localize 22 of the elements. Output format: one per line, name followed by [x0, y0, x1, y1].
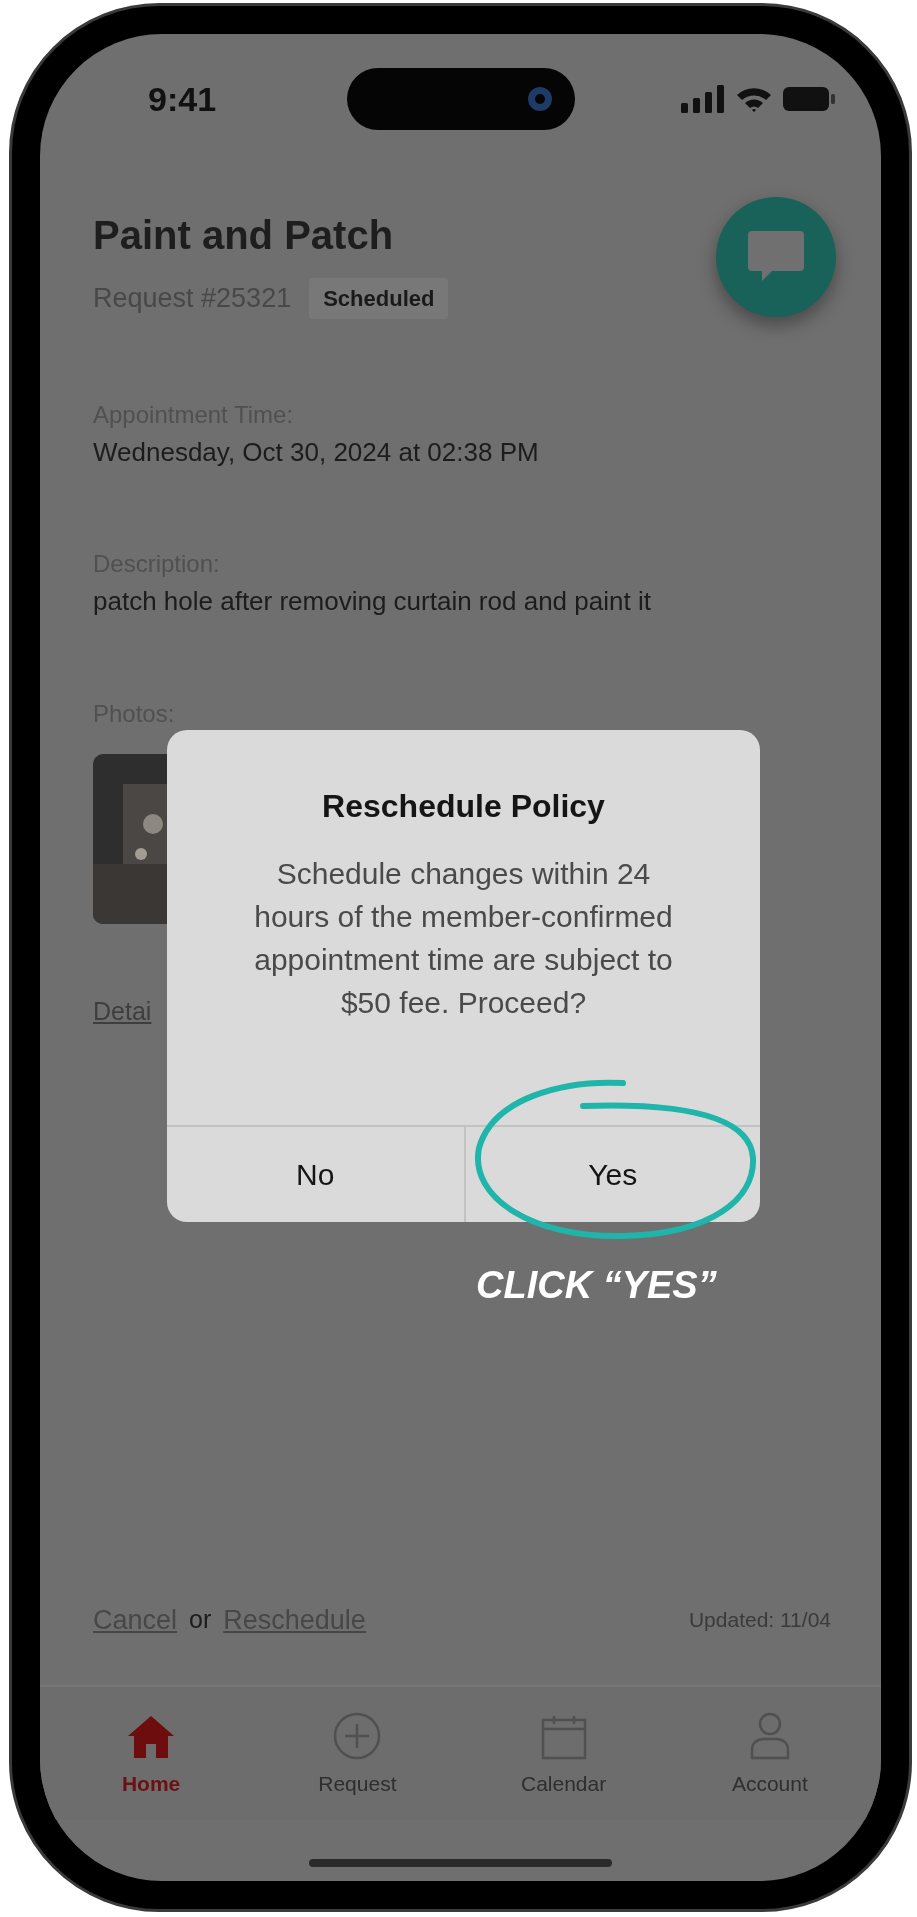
- tab-item[interactable]: Home: [48, 1687, 255, 1820]
- plus-circle-icon: [333, 1712, 382, 1760]
- annotation-text: CLICK “YES”: [476, 1265, 717, 1305]
- tab-item[interactable]: Request: [254, 1687, 461, 1820]
- field-value: Wednesday, Oct 30, 2024 at 02:38 PM: [93, 437, 539, 467]
- tab-item[interactable]: Calendar: [460, 1687, 667, 1820]
- dialog-message: Schedule changes within 24 hours of the member-confirmed appointment time are subject to $50 fee. Proceed?: [253, 856, 674, 1021]
- dialog-button[interactable]: No: [167, 1127, 464, 1222]
- calendar-icon: [540, 1714, 587, 1760]
- request-title: Paint and Patch: [93, 212, 394, 259]
- field-value: patch hole after removing curtain rod and paint it: [93, 586, 651, 616]
- dialog-button[interactable]: Yes: [463, 1127, 760, 1222]
- dialog-title: Reschedule Policy: [321, 787, 606, 826]
- signal-icon: [681, 85, 725, 113]
- camera-lens-icon: [527, 86, 553, 112]
- tab-item[interactable]: Account: [666, 1687, 873, 1820]
- wifi-icon: [735, 85, 773, 113]
- person-icon: [748, 1712, 791, 1760]
- separator-text: or: [189, 1604, 212, 1636]
- battery-icon: [783, 86, 835, 112]
- clock-time: 9:41: [148, 78, 218, 120]
- status-badge: Scheduled: [309, 277, 449, 319]
